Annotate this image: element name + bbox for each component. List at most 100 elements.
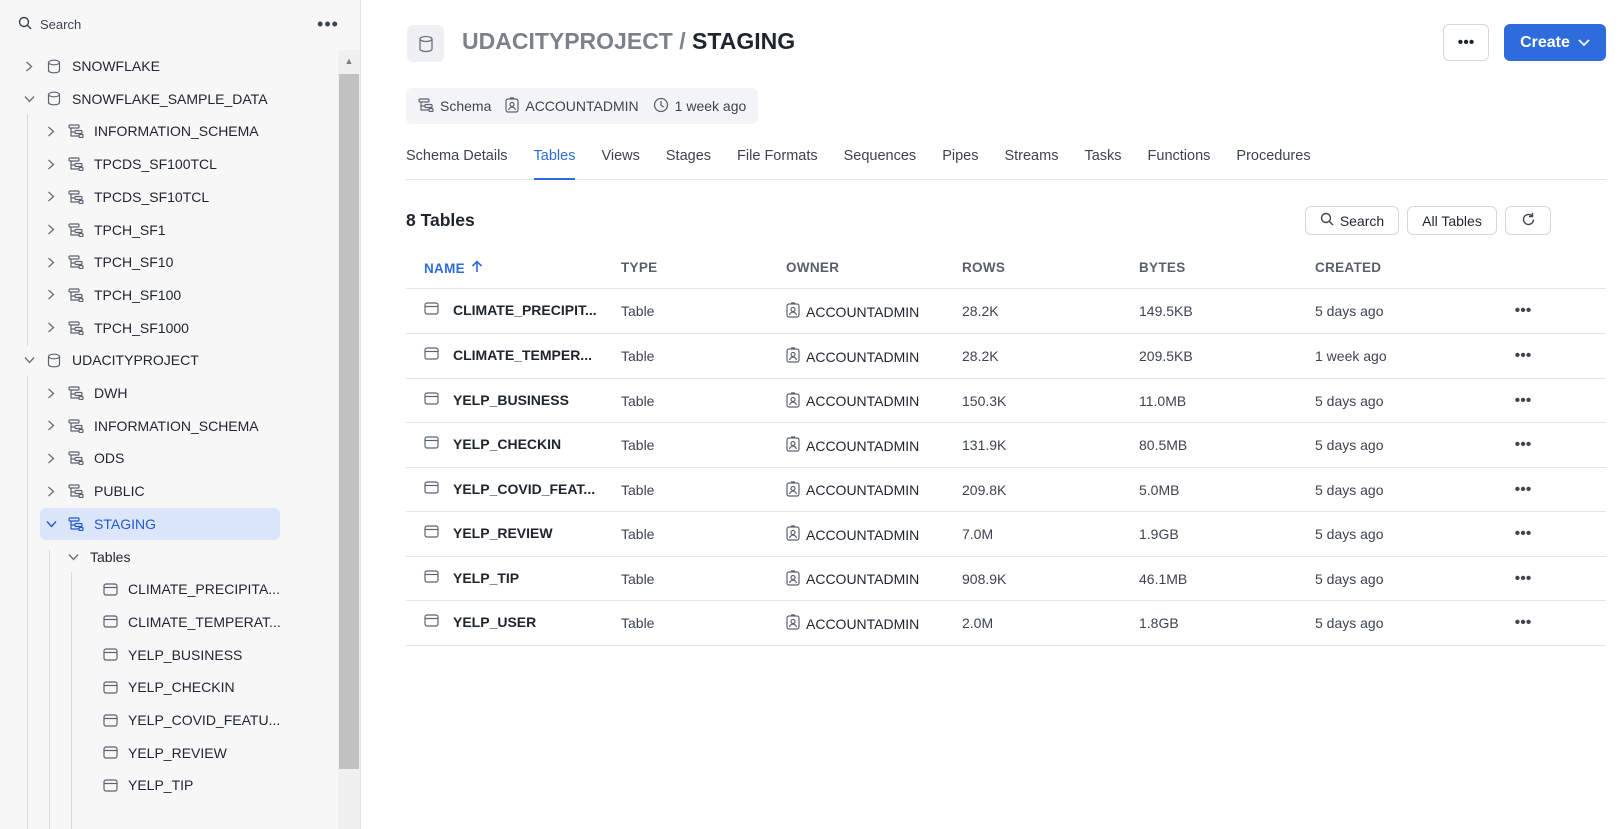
cell-name[interactable]: YELP_CHECKIN bbox=[424, 436, 561, 452]
cell-name[interactable]: YELP_COVID_FEAT... bbox=[424, 481, 595, 497]
table-row[interactable]: YELP_TIP ACCOUNTADMIN Table 908.9K 46.1MB 5 d… bbox=[406, 557, 1606, 601]
table-icon bbox=[424, 525, 439, 541]
tree-item-yelp-covid-featu[interactable]: YELP_COVID_FEATU... bbox=[102, 704, 280, 736]
sidebar-more-button[interactable]: ••• bbox=[316, 12, 340, 36]
table-search-button[interactable]: Search bbox=[1305, 206, 1399, 235]
row-more-button[interactable]: ••• bbox=[1508, 297, 1538, 325]
tree-item-information-schema[interactable]: INFORMATION_SCHEMA bbox=[44, 115, 259, 147]
tree-item-information-schema[interactable]: INFORMATION_SCHEMA bbox=[44, 410, 259, 442]
column-header-bytes[interactable]: BYTES bbox=[1139, 260, 1186, 275]
column-header-type[interactable]: TYPE bbox=[621, 260, 657, 275]
chevron-down-icon[interactable] bbox=[44, 517, 58, 531]
row-more-button[interactable]: ••• bbox=[1508, 387, 1538, 415]
cell-name[interactable]: YELP_TIP bbox=[424, 570, 519, 586]
sidebar-search[interactable]: Search bbox=[18, 12, 81, 36]
tab-streams[interactable]: Streams bbox=[1004, 140, 1058, 180]
tree-item-yelp-business[interactable]: YELP_BUSINESS bbox=[102, 639, 242, 671]
tab-stages[interactable]: Stages bbox=[666, 140, 711, 180]
cell-name[interactable]: CLIMATE_TEMPER... bbox=[424, 347, 592, 363]
column-header-owner[interactable]: OWNER bbox=[786, 260, 839, 275]
tab-pipes[interactable]: Pipes bbox=[942, 140, 978, 180]
role-badge-icon bbox=[786, 436, 800, 455]
cell-created: 5 days ago bbox=[1315, 526, 1384, 542]
chevron-down-icon[interactable] bbox=[22, 92, 36, 106]
refresh-button[interactable] bbox=[1505, 206, 1551, 235]
tab-functions[interactable]: Functions bbox=[1148, 140, 1211, 180]
chevron-down-icon[interactable] bbox=[22, 353, 36, 367]
row-more-button[interactable]: ••• bbox=[1508, 609, 1538, 637]
table-row[interactable]: CLIMATE_PRECIPIT... ACCOUNTADMIN Table 28.2… bbox=[406, 289, 1606, 334]
chevron-right-icon[interactable] bbox=[44, 419, 58, 433]
tree-item-staging[interactable]: STAGING bbox=[40, 507, 280, 540]
table-row[interactable]: YELP_BUSINESS ACCOUNTADMIN Table 150.3K 11.0… bbox=[406, 379, 1606, 423]
row-more-button[interactable]: ••• bbox=[1508, 342, 1538, 370]
tab-sequences[interactable]: Sequences bbox=[844, 140, 917, 180]
scroll-up-arrow-icon[interactable]: ▲ bbox=[338, 50, 360, 72]
chevron-right-icon[interactable] bbox=[22, 59, 36, 73]
breadcrumb-parent[interactable]: UDACITYPROJECT bbox=[462, 28, 673, 54]
create-button[interactable]: Create bbox=[1504, 24, 1606, 61]
row-more-button[interactable]: ••• bbox=[1508, 476, 1538, 504]
table-row[interactable]: CLIMATE_TEMPER... ACCOUNTADMIN Table 28.2K 2… bbox=[406, 334, 1606, 379]
column-header-created[interactable]: CREATED bbox=[1315, 260, 1381, 275]
create-button-label: Create bbox=[1520, 33, 1570, 51]
chevron-right-icon[interactable] bbox=[44, 484, 58, 498]
row-more-button[interactable]: ••• bbox=[1508, 565, 1538, 593]
chevron-right-icon[interactable] bbox=[44, 321, 58, 335]
tree-item-tpch-sf10[interactable]: TPCH_SF10 bbox=[44, 246, 173, 278]
chevron-right-icon[interactable] bbox=[44, 157, 58, 171]
table-row[interactable]: YELP_USER ACCOUNTADMIN Table 2.0M 1.8GB 5 day… bbox=[406, 601, 1606, 646]
cell-name[interactable]: CLIMATE_PRECIPIT... bbox=[424, 302, 597, 318]
row-more-button[interactable]: ••• bbox=[1508, 520, 1538, 548]
table-icon bbox=[424, 480, 439, 497]
tree-item-climate-temperat[interactable]: CLIMATE_TEMPERAT... bbox=[102, 606, 281, 638]
tab-file-formats[interactable]: File Formats bbox=[737, 140, 818, 180]
table-row[interactable]: YELP_COVID_FEAT... ACCOUNTADMIN Table 209.8… bbox=[406, 468, 1606, 512]
chevron-right-icon[interactable] bbox=[44, 255, 58, 269]
tree-item-public[interactable]: PUBLIC bbox=[44, 475, 145, 507]
cell-name[interactable]: YELP_REVIEW bbox=[424, 525, 553, 541]
tree-item-dwh[interactable]: DWH bbox=[44, 377, 127, 409]
cell-owner: ACCOUNTADMIN bbox=[786, 614, 919, 633]
schema-icon bbox=[68, 483, 84, 499]
tree-item-tables[interactable]: Tables bbox=[66, 541, 130, 573]
tree-item-climate-precipita[interactable]: CLIMATE_PRECIPITA... bbox=[102, 573, 280, 605]
schema-icon bbox=[418, 97, 434, 115]
tree-item-tpch-sf1000[interactable]: TPCH_SF1000 bbox=[44, 312, 189, 344]
column-header-rows[interactable]: ROWS bbox=[962, 260, 1005, 275]
tree-item-ods[interactable]: ODS bbox=[44, 442, 124, 474]
tree-item-tpcds-sf10tcl[interactable]: TPCDS_SF10TCL bbox=[44, 181, 209, 213]
tab-tasks[interactable]: Tasks bbox=[1084, 140, 1121, 180]
tree-item-tpch-sf1[interactable]: TPCH_SF1 bbox=[44, 214, 166, 246]
tab-schema-details[interactable]: Schema Details bbox=[406, 140, 508, 180]
chevron-right-icon[interactable] bbox=[44, 288, 58, 302]
tab-procedures[interactable]: Procedures bbox=[1236, 140, 1310, 180]
header-more-button[interactable]: ••• bbox=[1443, 24, 1489, 61]
sidebar-scrollbar[interactable]: ▲ bbox=[338, 50, 360, 829]
cell-name[interactable]: YELP_BUSINESS bbox=[424, 392, 569, 408]
chevron-right-icon[interactable] bbox=[44, 386, 58, 400]
tab-tables[interactable]: Tables bbox=[533, 140, 576, 180]
tree-item-snowflake-sample-data[interactable]: SNOWFLAKE_SAMPLE_DATA bbox=[22, 83, 268, 115]
cell-name[interactable]: YELP_USER bbox=[424, 614, 536, 630]
chevron-down-icon[interactable] bbox=[66, 550, 80, 564]
chevron-right-icon[interactable] bbox=[44, 223, 58, 237]
table-row[interactable]: YELP_CHECKIN ACCOUNTADMIN Table 131.9K 80.5M… bbox=[406, 423, 1606, 468]
row-more-button[interactable]: ••• bbox=[1508, 431, 1538, 459]
tree-item-yelp-tip[interactable]: YELP_TIP bbox=[102, 769, 193, 801]
tree-item-udacityproject[interactable]: UDACITYPROJECT bbox=[22, 344, 199, 376]
scroll-thumb[interactable] bbox=[339, 74, 359, 769]
table-filter-dropdown[interactable]: All Tables bbox=[1407, 206, 1497, 235]
tab-views[interactable]: Views bbox=[601, 140, 639, 180]
column-header-name[interactable]: NAME bbox=[424, 260, 483, 276]
tree-item-tpcds-sf100tcl[interactable]: TPCDS_SF100TCL bbox=[44, 148, 217, 180]
tree-item-yelp-checkin[interactable]: YELP_CHECKIN bbox=[102, 671, 235, 703]
tree-item-yelp-review[interactable]: YELP_REVIEW bbox=[102, 737, 227, 769]
chevron-right-icon[interactable] bbox=[44, 124, 58, 138]
table-row[interactable]: YELP_REVIEW ACCOUNTADMIN Table 7.0M 1.9GB 5 d… bbox=[406, 512, 1606, 557]
cell-rows: 28.2K bbox=[962, 303, 999, 319]
chevron-right-icon[interactable] bbox=[44, 451, 58, 465]
chevron-right-icon[interactable] bbox=[44, 190, 58, 204]
tree-item-snowflake[interactable]: SNOWFLAKE bbox=[22, 50, 160, 82]
tree-item-tpch-sf100[interactable]: TPCH_SF100 bbox=[44, 279, 181, 311]
